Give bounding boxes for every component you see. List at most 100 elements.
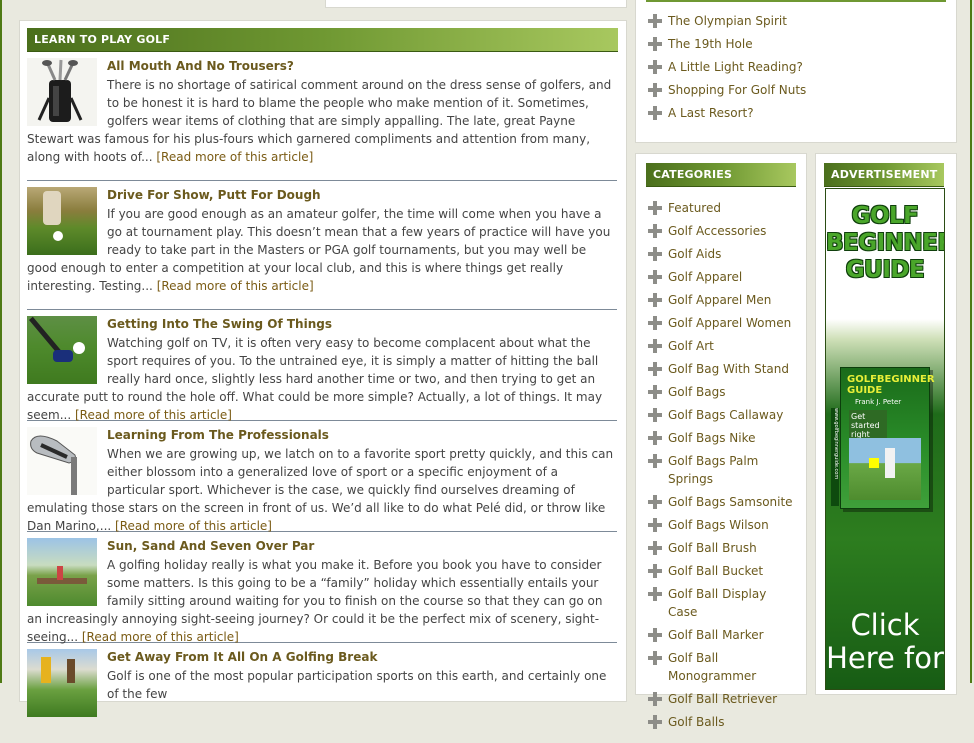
article-excerpt: If you are good enough as an amateur gol… (27, 207, 611, 293)
golf-break-photo (27, 649, 97, 717)
plus-icon (648, 518, 662, 532)
right-frame-border (970, 0, 972, 683)
plus-icon (648, 224, 662, 238)
plus-icon (648, 60, 662, 74)
category-item[interactable]: Golf Bags (648, 383, 798, 401)
category-item[interactable]: Golf Bags Palm Springs (648, 452, 778, 488)
category-item[interactable]: Golf Bag With Stand (648, 360, 798, 378)
article-excerpt: There is no shortage of satirical commen… (27, 78, 612, 164)
plus-icon (648, 692, 662, 706)
recent-post-item[interactable]: The Olympian Spirit (648, 12, 948, 30)
golf-bag-icon (27, 58, 97, 126)
category-item[interactable]: Golf Bags Nike (648, 429, 798, 447)
plus-icon (648, 651, 662, 665)
plus-icon (648, 628, 662, 642)
plus-icon (648, 106, 662, 120)
categories-title: CATEGORIES (653, 168, 733, 181)
plus-icon (648, 339, 662, 353)
category-item[interactable]: Featured (648, 199, 798, 217)
ad-book-author: Frank J. Peter (855, 398, 902, 406)
golf-driver-photo (27, 316, 97, 384)
plus-icon (648, 247, 662, 261)
ad-book-cover: GOLFBEGINNER GUIDE Frank J. Peter Get st… (831, 367, 935, 509)
category-item[interactable]: Golf Art (648, 337, 798, 355)
top-stub-box (325, 0, 627, 8)
plus-icon (648, 201, 662, 215)
advertisement-header: ADVERTISEMENT (824, 163, 944, 187)
category-item[interactable]: Golf Bags Samsonite (648, 493, 798, 511)
plus-icon (648, 316, 662, 330)
left-frame-border (0, 0, 2, 683)
advertisement-title: ADVERTISEMENT (831, 168, 938, 181)
article-title-link[interactable]: All Mouth And No Trousers? (27, 59, 617, 73)
category-item[interactable]: Golf Accessories (648, 222, 798, 240)
article-item: Drive For Show, Putt For Dough If you ar… (27, 181, 617, 310)
plus-icon (648, 541, 662, 555)
recent-header-bar (646, 0, 946, 2)
article-item: Sun, Sand And Seven Over Par A golfing h… (27, 532, 617, 644)
recent-post-item[interactable]: A Little Light Reading? (648, 58, 948, 76)
categories-box: CATEGORIES Featured Golf Accessories Gol… (635, 153, 807, 729)
read-more-link[interactable]: [Read more of this article] (75, 408, 232, 422)
article-title-link[interactable]: Get Away From It All On A Golfing Break (27, 650, 617, 664)
category-item[interactable]: Golf Aids (648, 245, 798, 263)
article-title-link[interactable]: Learning From The Professionals (27, 428, 617, 442)
category-item[interactable]: Golf Apparel (648, 268, 798, 286)
recent-post-item[interactable]: A Last Resort? (648, 104, 948, 122)
category-item[interactable]: Golf Ball Brush (648, 539, 798, 557)
plus-icon (648, 587, 662, 601)
golf-iron-photo (27, 427, 97, 495)
category-item[interactable]: Golf Ball Marker (648, 626, 798, 644)
category-item[interactable]: Golf Ball Display Case (648, 585, 798, 621)
article-title-link[interactable]: Getting Into The Swing Of Things (27, 317, 617, 331)
categories-list: Featured Golf Accessories Golf Aids Golf… (648, 199, 798, 736)
plus-icon (648, 293, 662, 307)
plus-icon (648, 431, 662, 445)
section-header: LEARN TO PLAY GOLF (27, 28, 618, 52)
plus-icon (648, 83, 662, 97)
plus-icon (648, 385, 662, 399)
read-more-link[interactable]: [Read more of this article] (115, 519, 272, 533)
golf-tee-photo (27, 187, 97, 255)
recent-post-item[interactable]: The 19th Hole (648, 35, 948, 53)
category-item[interactable]: Golf Bags Wilson (648, 516, 798, 534)
category-item[interactable]: Golf Ball Monogrammer (648, 649, 798, 685)
read-more-link[interactable]: [Read more of this article] (156, 150, 313, 164)
plus-icon (648, 270, 662, 284)
section-title: LEARN TO PLAY GOLF (34, 33, 171, 46)
article-excerpt: Golf is one of the most popular particip… (107, 669, 607, 701)
article-title-link[interactable]: Sun, Sand And Seven Over Par (27, 539, 617, 553)
recent-post-item[interactable]: Shopping For Golf Nuts (648, 81, 948, 99)
recent-posts-box: The Olympian Spirit The 19th Hole A Litt… (635, 0, 957, 143)
article-item: Getting Into The Swing Of Things Watchin… (27, 310, 617, 422)
category-item[interactable]: Golf Ball Retriever (648, 690, 798, 708)
category-item[interactable]: Golf Bags Callaway (648, 406, 798, 424)
golf-holiday-photo (27, 538, 97, 606)
article-item: All Mouth And No Trousers? There is no s… (27, 52, 617, 181)
ad-book-title: GOLFBEGINNER GUIDE (847, 374, 935, 396)
article-item: Learning From The Professionals When we … (27, 421, 617, 533)
read-more-link[interactable]: [Read more of this article] (82, 630, 239, 644)
golf-beginner-guide-banner[interactable]: GOLF BEGINNER GUIDE GOLFBEGINNER GUIDE F… (825, 188, 945, 690)
ad-book-subtitle: Get started right (849, 410, 887, 441)
plus-icon (648, 362, 662, 376)
category-item[interactable]: Golf Apparel Women (648, 314, 798, 332)
main-content: LEARN TO PLAY GOLF All Mouth And No Trou… (19, 20, 627, 717)
article-title-link[interactable]: Drive For Show, Putt For Dough (27, 188, 617, 202)
plus-icon (648, 37, 662, 51)
ad-headline: GOLF BEGINNER GUIDE (826, 203, 945, 283)
recent-posts-list: The Olympian Spirit The 19th Hole A Litt… (648, 12, 948, 127)
plus-icon (648, 408, 662, 422)
ad-book-golfer-image (849, 438, 921, 500)
plus-icon (648, 564, 662, 578)
ad-book-spine: www.golfbeginnerguide.com (831, 408, 839, 506)
plus-icon (648, 454, 662, 468)
plus-icon (648, 495, 662, 509)
category-item[interactable]: Golf Balls (648, 713, 798, 731)
ad-click-text[interactable]: Click Here for (826, 609, 944, 675)
category-item[interactable]: Golf Ball Bucket (648, 562, 798, 580)
plus-icon (648, 14, 662, 28)
category-item[interactable]: Golf Apparel Men (648, 291, 798, 309)
read-more-link[interactable]: [Read more of this article] (157, 279, 314, 293)
article-item: Get Away From It All On A Golfing Break … (27, 643, 617, 743)
